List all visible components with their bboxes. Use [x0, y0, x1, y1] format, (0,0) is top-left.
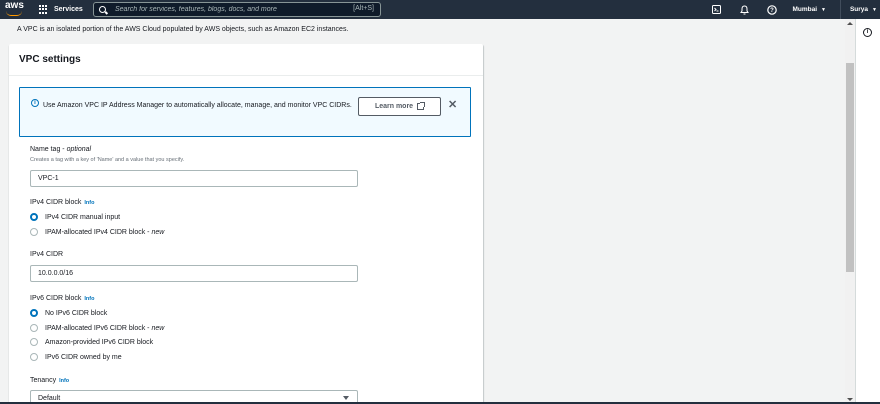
alert-text: Use Amazon VPC IP Address Manager to aut…	[43, 102, 352, 109]
aws-logo-text: aws	[5, 0, 24, 11]
external-link-icon	[417, 102, 426, 110]
grid-icon	[39, 5, 48, 14]
bell-icon[interactable]	[739, 4, 749, 15]
chevron-down-icon: ▼	[872, 6, 877, 13]
info-link[interactable]: Info	[84, 296, 94, 302]
ipv4-cidr-input[interactable]: 10.0.0.0/16	[30, 265, 358, 282]
name-tag-value: VPC-1	[38, 175, 59, 182]
tenancy-value: Default	[38, 395, 61, 402]
radio-unselected-icon	[30, 353, 38, 361]
ipv4-cidr-block-label: IPv4 CIDR block Info	[30, 199, 95, 206]
ipam-info-alert: i Use Amazon VPC IP Address Manager to a…	[19, 87, 471, 137]
radio-label-suffix: new	[151, 228, 165, 236]
radio-unselected-icon	[30, 338, 38, 346]
help-icon[interactable]: ?	[767, 4, 778, 15]
info-link[interactable]: Info	[84, 200, 94, 206]
close-icon[interactable]: ✕	[448, 98, 457, 111]
svg-text:?: ?	[771, 8, 775, 14]
learn-more-button[interactable]: Learn more	[358, 97, 441, 116]
cloudshell-icon[interactable]	[711, 5, 721, 15]
search-box[interactable]: [Alt+S]	[93, 2, 381, 17]
user-label: Surya	[849, 6, 869, 13]
radio-label: No IPv6 CIDR block	[45, 309, 108, 317]
scroll-up-arrow-icon[interactable]	[847, 22, 853, 25]
info-icon[interactable]: i	[863, 28, 872, 37]
divider	[839, 0, 841, 19]
tenancy-label: Tenancy Info	[30, 377, 70, 384]
radio-unselected-icon	[30, 324, 38, 332]
radio-label: IPv6 CIDR owned by me	[45, 353, 122, 361]
services-menu-button[interactable]: Services	[39, 2, 83, 17]
radio-label: IPAM-allocated IPv6 CIDR block -	[45, 324, 150, 332]
top-right-controls: ? Mumbai ▼ Surya ▼	[711, 0, 880, 19]
learn-more-label: Learn more	[374, 103, 414, 110]
radio-selected-icon	[30, 309, 38, 317]
radio-ipv6-owned[interactable]: IPv6 CIDR owned by me	[30, 353, 122, 361]
scroll-down-arrow-icon[interactable]	[847, 398, 853, 401]
services-label: Services	[54, 6, 83, 13]
name-tag-description: Creates a tag with a key of 'Name' and a…	[30, 157, 185, 163]
aws-logo[interactable]: aws	[5, 1, 25, 17]
name-tag-label: Name tag - optional	[30, 146, 92, 153]
main-content: A VPC is an isolated portion of the AWS …	[0, 19, 845, 404]
info-link[interactable]: Info	[59, 378, 69, 384]
help-panel-rail: i	[855, 19, 880, 404]
user-menu[interactable]: Surya ▼	[850, 6, 877, 13]
search-icon	[99, 6, 106, 13]
ipv4-cidr-label: IPv4 CIDR	[30, 251, 64, 258]
radio-unselected-icon	[30, 228, 38, 236]
radio-ipv4-ipam[interactable]: IPAM-allocated IPv4 CIDR block - new	[30, 228, 164, 236]
scrollbar-thumb[interactable]	[846, 63, 854, 272]
panel-title: VPC settings	[9, 44, 483, 76]
region-label: Mumbai	[792, 6, 818, 13]
name-tag-input[interactable]: VPC-1	[30, 170, 358, 187]
top-navigation-bar: aws Services [Alt+S] ? Mumbai ▼ Surya ▼	[0, 0, 880, 19]
radio-ipv6-ipam[interactable]: IPAM-allocated IPv6 CIDR block - new	[30, 324, 164, 332]
vpc-intro-text: A VPC is an isolated portion of the AWS …	[17, 26, 349, 33]
optional-label: optional	[66, 146, 92, 153]
radio-label: IPAM-allocated IPv4 CIDR block -	[45, 228, 150, 236]
radio-ipv6-amazon[interactable]: Amazon-provided IPv6 CIDR block	[30, 338, 153, 346]
radio-label: Amazon-provided IPv6 CIDR block	[45, 338, 154, 346]
radio-no-ipv6[interactable]: No IPv6 CIDR block	[30, 309, 107, 317]
aws-smile-icon	[6, 11, 22, 16]
radio-ipv4-manual[interactable]: IPv4 CIDR manual input	[30, 213, 120, 221]
radio-selected-icon	[30, 213, 38, 221]
ipv4-cidr-value: 10.0.0.0/16	[38, 270, 74, 277]
search-shortcut-hint: [Alt+S]	[353, 5, 374, 12]
info-icon: i	[31, 99, 39, 107]
radio-label-suffix: new	[151, 324, 165, 332]
region-selector[interactable]: Mumbai ▼	[792, 6, 826, 13]
search-input[interactable]	[115, 4, 335, 15]
radio-label: IPv4 CIDR manual input	[45, 213, 121, 221]
ipv6-cidr-block-label: IPv6 CIDR block Info	[30, 295, 95, 302]
vertical-scrollbar[interactable]	[845, 19, 855, 404]
chevron-down-icon: ▼	[821, 6, 826, 13]
caret-down-icon	[343, 396, 349, 400]
